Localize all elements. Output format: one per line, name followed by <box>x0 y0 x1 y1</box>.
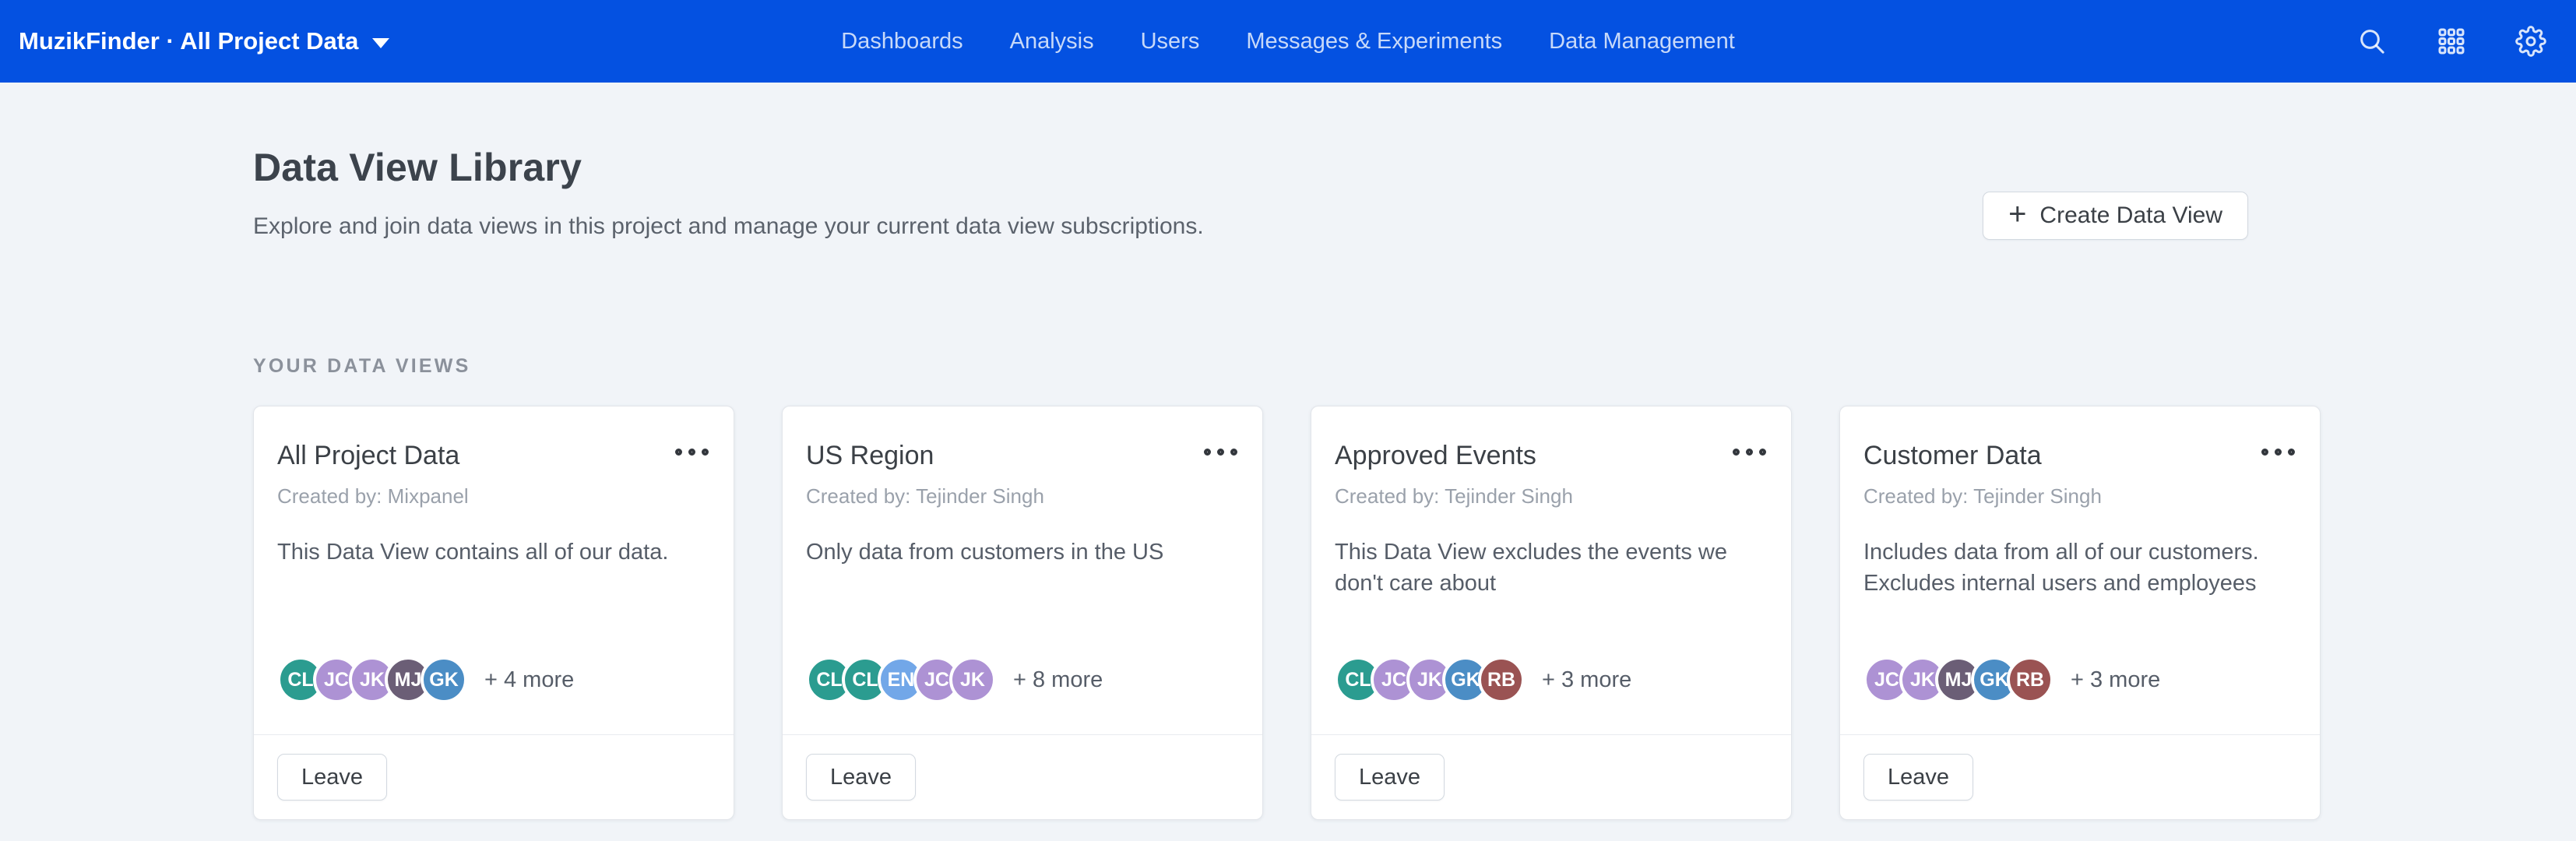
plus-icon: + <box>2008 199 2026 230</box>
card-description: Includes data from all of our customers.… <box>1863 537 2296 599</box>
dot-icon <box>2275 449 2282 456</box>
card-title: US Region <box>806 441 934 471</box>
dot-icon <box>675 449 682 456</box>
more-members-label: + 3 more <box>2071 667 2160 693</box>
card-options-button[interactable] <box>674 441 710 463</box>
nav-users[interactable]: Users <box>1141 29 1200 55</box>
leave-button[interactable]: Leave <box>1863 754 1973 801</box>
create-data-view-label: Create Data View <box>2039 202 2222 229</box>
card-created-by: Created by: Tejinder Singh <box>1335 484 1768 508</box>
top-nav-bar: MuzikFinder · All Project Data Dashboard… <box>0 0 2576 83</box>
dot-icon <box>1204 449 1211 456</box>
settings-gear-icon[interactable] <box>2515 26 2546 57</box>
more-members-label: + 8 more <box>1013 667 1103 693</box>
nav-dashboards[interactable]: Dashboards <box>841 29 962 55</box>
leave-button[interactable]: Leave <box>277 754 387 801</box>
dot-icon <box>688 449 695 456</box>
data-view-card-all-project-data: All Project Data Created by: Mixpanel Th… <box>253 406 734 820</box>
avatar: RB <box>2007 656 2053 703</box>
dot-icon <box>2261 449 2268 456</box>
main-nav: Dashboards Analysis Users Messages & Exp… <box>841 29 1735 55</box>
card-created-by: Created by: Mixpanel <box>277 484 710 508</box>
avatar: JK <box>949 656 996 703</box>
nav-data-management[interactable]: Data Management <box>1549 29 1735 55</box>
avatar-row: JC JK MJ GK RB + 3 more <box>1863 656 2296 703</box>
card-options-button[interactable] <box>2260 441 2296 463</box>
apps-grid-icon[interactable] <box>2436 26 2467 57</box>
data-view-card-us-region: US Region Created by: Tejinder Singh Onl… <box>782 406 1263 820</box>
nav-analysis[interactable]: Analysis <box>1010 29 1094 55</box>
data-view-card-approved-events: Approved Events Created by: Tejinder Sin… <box>1311 406 1792 820</box>
more-members-label: + 3 more <box>1542 667 1631 693</box>
dot-icon <box>1746 449 1753 456</box>
chevron-down-icon <box>372 38 389 48</box>
page-title: Data View Library <box>253 145 1204 190</box>
page-content: Data View Library Explore and join data … <box>0 83 2321 820</box>
card-title: Approved Events <box>1335 441 1536 471</box>
avatar-row: CL CL EN JC JK + 8 more <box>806 656 1239 703</box>
section-label-your-data-views: YOUR DATA VIEWS <box>253 355 2321 378</box>
dot-icon <box>702 449 709 456</box>
dot-icon <box>1759 449 1766 456</box>
card-options-button[interactable] <box>1731 441 1768 463</box>
search-icon[interactable] <box>2356 26 2388 57</box>
create-data-view-button[interactable]: + Create Data View <box>1983 192 2248 240</box>
dot-icon <box>1733 449 1740 456</box>
card-title: All Project Data <box>277 441 459 471</box>
data-view-card-customer-data: Customer Data Created by: Tejinder Singh… <box>1839 406 2321 820</box>
dot-icon <box>1230 449 1237 456</box>
card-description: Only data from customers in the US <box>806 537 1239 568</box>
card-footer: Leave <box>254 734 734 819</box>
page-header: Data View Library Explore and join data … <box>253 145 2320 240</box>
page-subtitle: Explore and join data views in this proj… <box>253 213 1204 240</box>
dot-icon <box>2288 449 2295 456</box>
card-created-by: Created by: Tejinder Singh <box>1863 484 2296 508</box>
card-footer: Leave <box>1840 734 2320 819</box>
leave-button[interactable]: Leave <box>806 754 916 801</box>
project-switcher[interactable]: MuzikFinder · All Project Data <box>19 27 389 55</box>
avatar-row: CL JC JK MJ GK + 4 more <box>277 656 710 703</box>
card-created-by: Created by: Tejinder Singh <box>806 484 1239 508</box>
project-switcher-label: MuzikFinder · All Project Data <box>19 27 358 55</box>
leave-button[interactable]: Leave <box>1335 754 1445 801</box>
dot-icon <box>1217 449 1224 456</box>
nav-messages-experiments[interactable]: Messages & Experiments <box>1246 29 1502 55</box>
avatar: GK <box>421 656 467 703</box>
card-description: This Data View contains all of our data. <box>277 537 710 568</box>
more-members-label: + 4 more <box>484 667 574 693</box>
card-options-button[interactable] <box>1202 441 1239 463</box>
card-description: This Data View excludes the events we do… <box>1335 537 1768 599</box>
topbar-actions <box>2356 26 2546 57</box>
card-footer: Leave <box>783 734 1262 819</box>
data-view-cards: All Project Data Created by: Mixpanel Th… <box>253 406 2321 820</box>
card-title: Customer Data <box>1863 441 2042 471</box>
avatar-row: CL JC JK GK RB + 3 more <box>1335 656 1768 703</box>
card-footer: Leave <box>1311 734 1791 819</box>
avatar: RB <box>1478 656 1525 703</box>
